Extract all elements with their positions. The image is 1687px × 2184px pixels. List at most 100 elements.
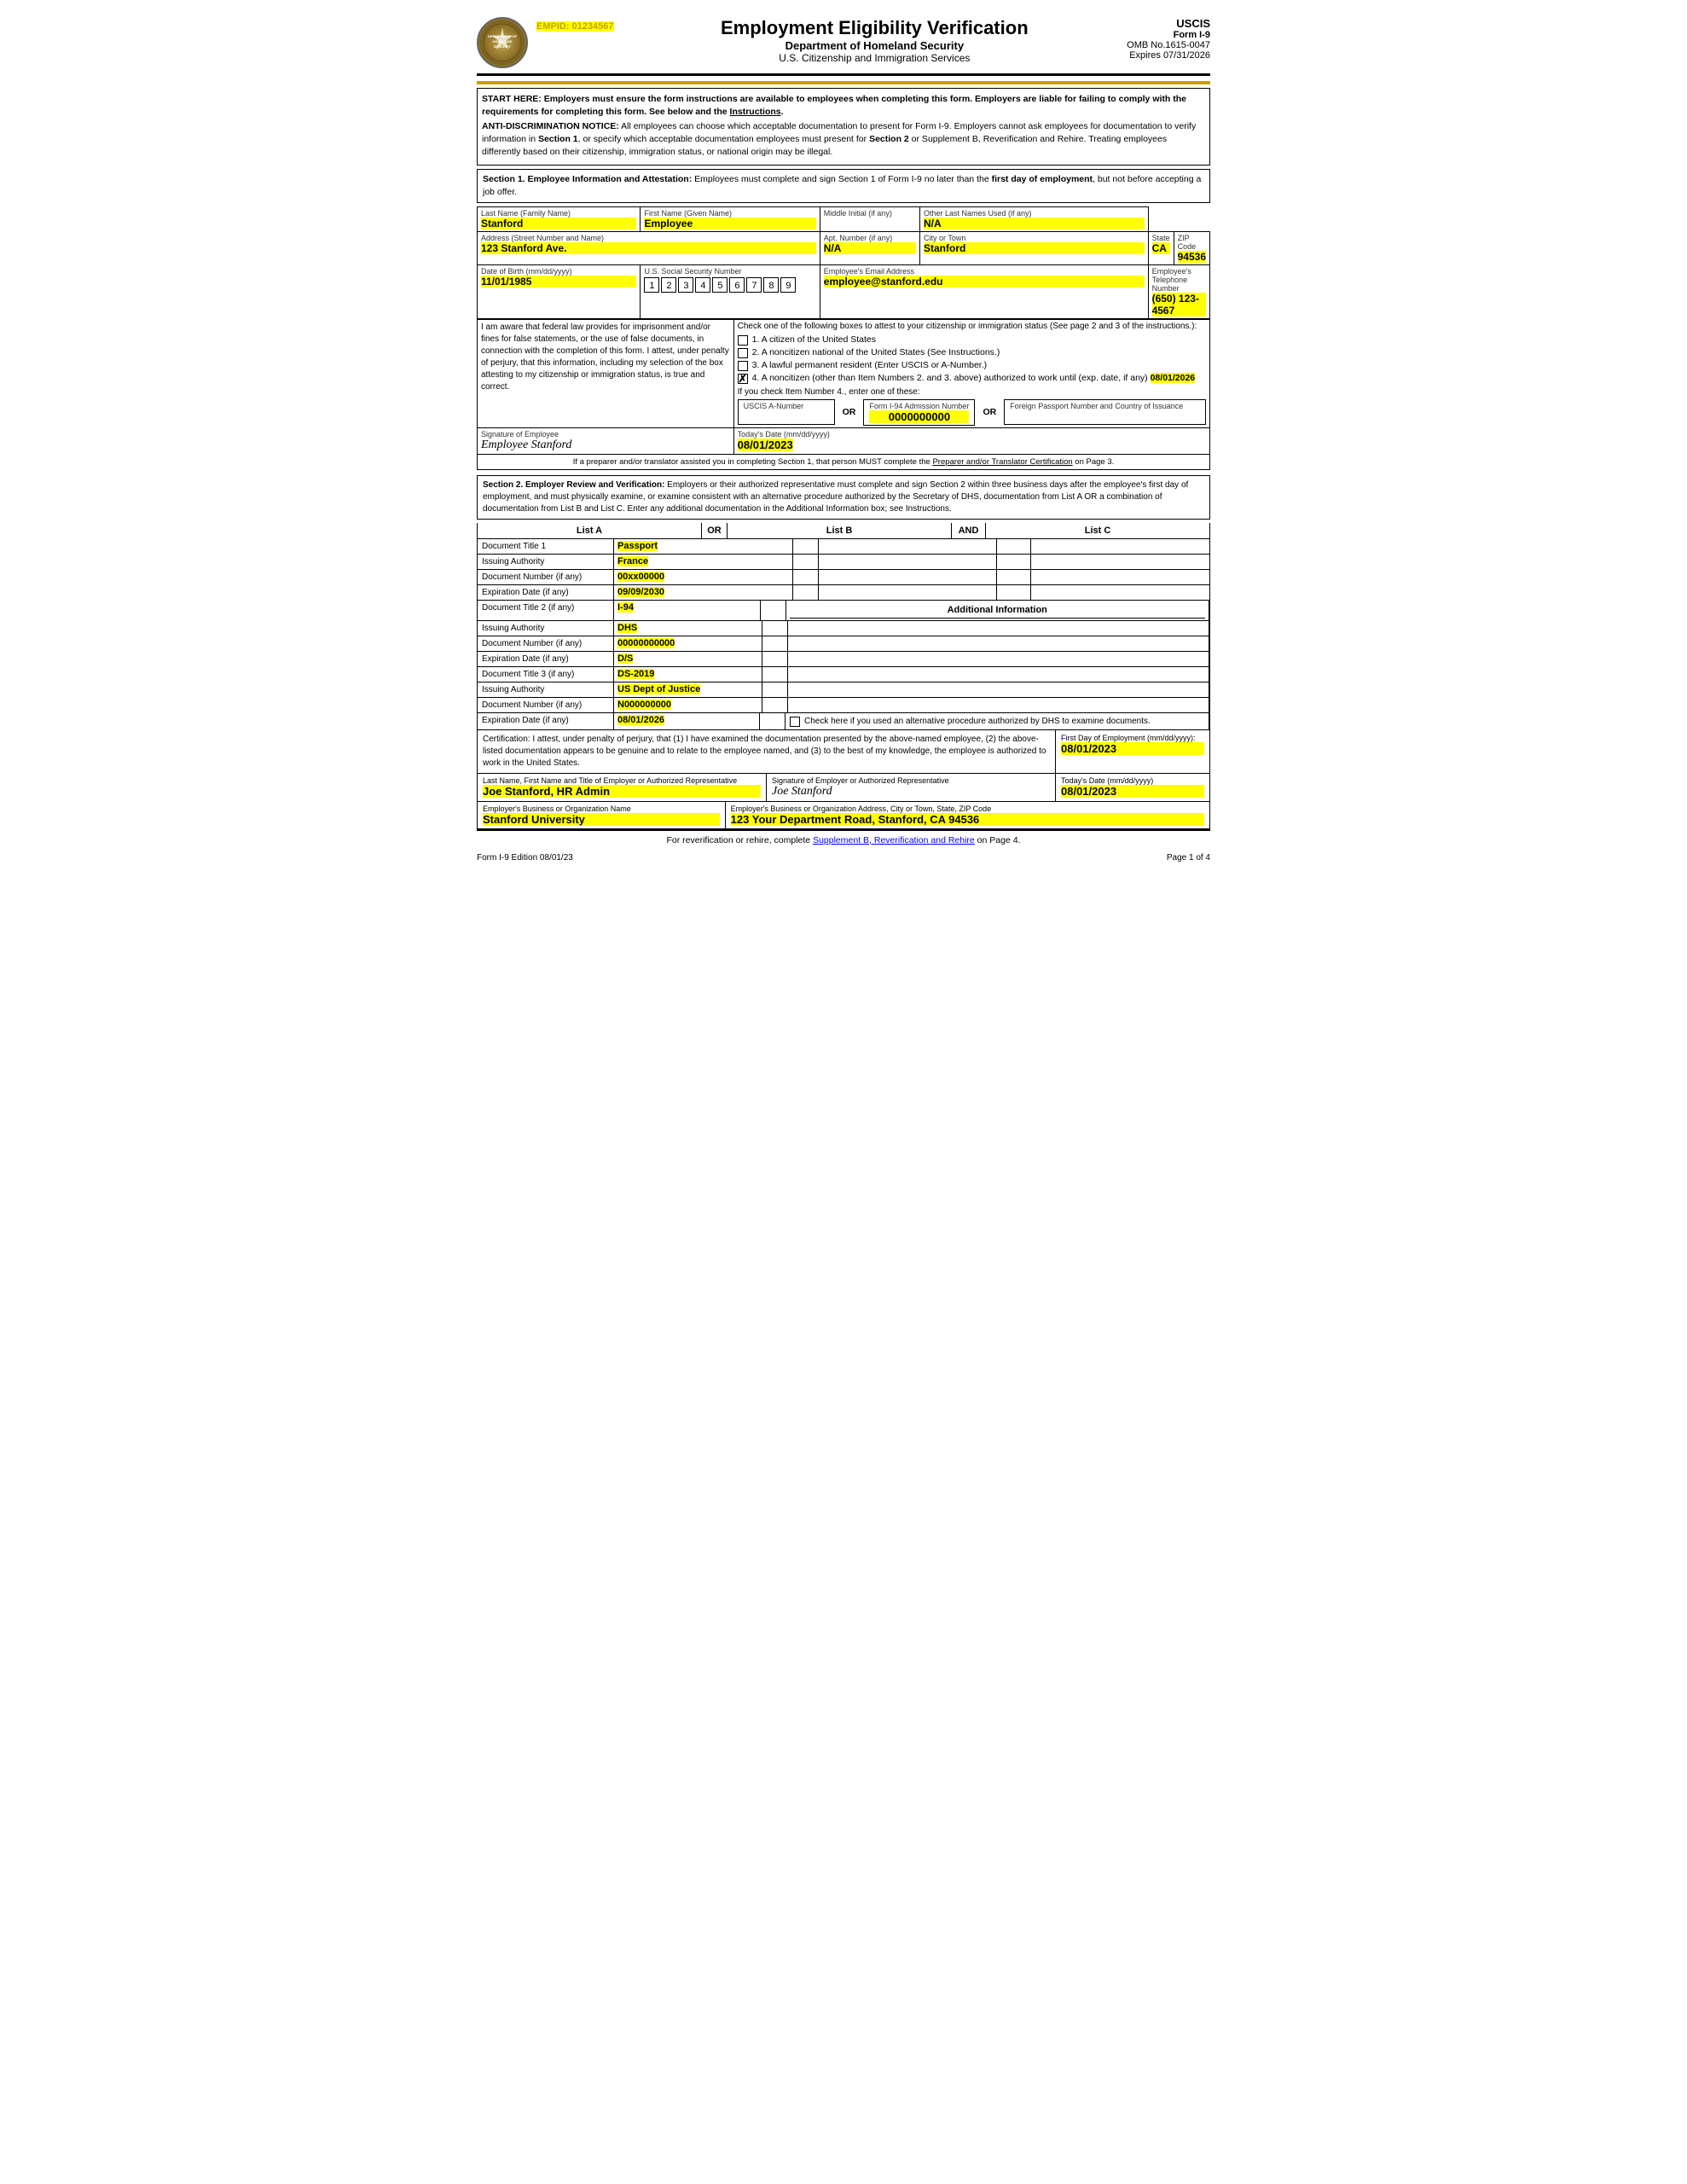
form-number: Form I-9 <box>1127 30 1210 40</box>
listc-title-cell <box>1031 539 1209 554</box>
section2-header: Section 2. Employer Review and Verificat… <box>477 475 1210 520</box>
doc1-issuing-label: Issuing Authority <box>478 555 614 569</box>
doc-or-cell7 <box>762 636 788 651</box>
additional-info-body <box>788 621 1210 636</box>
option2-row: 2. A noncitizen national of the United S… <box>738 347 1206 358</box>
form-main-title: Employment Eligibility Verification <box>623 17 1128 39</box>
listb-number-cell <box>819 570 998 584</box>
ssn-label: U.S. Social Security Number <box>644 267 815 276</box>
doc2-number-value: 00000000000 <box>614 636 762 651</box>
sig-label: Signature of Employee <box>481 430 730 439</box>
state-label: State <box>1152 234 1170 242</box>
cert-date-cell: First Day of Employment (mm/dd/yyyy): 08… <box>1056 730 1209 773</box>
first-day-label: First Day of Employment (mm/dd/yyyy): <box>1061 734 1204 742</box>
zip-label: ZIP Code <box>1178 234 1206 251</box>
admission-row: USCIS A-Number OR Form I-94 Admission Nu… <box>738 399 1206 426</box>
doc-and-cell2 <box>997 555 1031 569</box>
doc2-exp-row: Expiration Date (if any) D/S <box>477 652 1210 667</box>
uscis-area: USCIS Form I-9 OMB No.1615-0047 Expires … <box>1127 17 1210 61</box>
city-label: City or Town <box>924 234 1145 242</box>
option4-label: 4. A noncitizen (other than Item Numbers… <box>752 373 1196 383</box>
org-address-value: 123 Your Department Road, Stanford, CA 9… <box>731 813 1204 826</box>
org-info-row: Employer's Business or Organization Name… <box>478 802 1209 829</box>
option2-label: 2. A noncitizen national of the United S… <box>752 347 1000 357</box>
doc1-number-row: Document Number (if any) 00xx00000 <box>477 570 1210 585</box>
org-name-value: Stanford University <box>483 813 720 826</box>
employer-sig-label: Signature of Employer or Authorized Repr… <box>772 776 1050 785</box>
additional-info-cell: Additional Information <box>786 601 1210 620</box>
doc1-exp-value: 09/09/2030 <box>614 585 793 600</box>
ssn-digit-4: 4 <box>695 277 710 293</box>
ssn-digit-6: 6 <box>729 277 745 293</box>
ssn-digit-7: 7 <box>746 277 762 293</box>
employer-name-label: Last Name, First Name and Title of Emplo… <box>483 776 761 785</box>
doc1-title-label: Document Title 1 <box>478 539 614 554</box>
apt-value: N/A <box>824 242 916 254</box>
sig-date-label: Today's Date (mm/dd/yyyy) <box>738 430 1206 439</box>
doc2-number-label: Document Number (if any) <box>478 636 614 651</box>
attestation-text: I am aware that federal law provides for… <box>481 322 729 392</box>
phone-label: Employee's Telephone Number <box>1152 267 1206 293</box>
address-value: 123 Stanford Ave. <box>481 242 816 254</box>
doc-or-cell2 <box>793 555 819 569</box>
doc1-exp-label: Expiration Date (if any) <box>478 585 614 600</box>
omb-number: OMB No.1615-0047 <box>1127 40 1210 50</box>
doc3-number-row: Document Number (if any) N000000000 <box>477 698 1210 713</box>
cert-text-row: Certification: I attest, under penalty o… <box>478 730 1209 774</box>
doc3-exp-row: Expiration Date (if any) 08/01/2026 Chec… <box>477 713 1210 730</box>
doc2-exp-label: Expiration Date (if any) <box>478 652 614 666</box>
org-name-cell: Employer's Business or Organization Name… <box>478 802 726 828</box>
uscis-a-value <box>744 410 829 422</box>
listc-exp-cell <box>1031 585 1209 600</box>
email-label: Employee's Email Address <box>824 267 1145 276</box>
additional-info-body4 <box>788 667 1210 682</box>
sig-date-value: 08/01/2023 <box>738 439 793 451</box>
doc-or-cell4 <box>793 585 819 600</box>
doc3-number-value: N000000000 <box>614 698 762 712</box>
last-name-label: Last Name (Family Name) <box>481 209 636 218</box>
ssn-digit-3: 3 <box>678 277 693 293</box>
attestation-left-cell: I am aware that federal law provides for… <box>478 319 734 427</box>
ssn-digit-1: 1 <box>644 277 659 293</box>
doc1-exp-row: Expiration Date (if any) 09/09/2030 <box>477 585 1210 601</box>
listb-exp-cell <box>819 585 998 600</box>
form-sub-title2: U.S. Citizenship and Immigration Service… <box>623 52 1128 64</box>
alt-procedure-note: Check here if you used an alternative pr… <box>804 717 1151 726</box>
doc-or-cell1 <box>793 539 819 554</box>
anti-discrimination-notice: ANTI-DISCRIMINATION NOTICE: All employee… <box>482 120 1205 158</box>
doc-or-cell8 <box>762 652 788 666</box>
last-name-value: Stanford <box>481 218 636 229</box>
doc2-title-row: Document Title 2 (if any) I-94 Additiona… <box>477 601 1210 621</box>
page-header: DEPARTMENT OF HOMELAND SECURITY EMPID: 0… <box>477 17 1210 76</box>
empid-label: EMPID: 01234567 <box>536 21 614 32</box>
doc-or-cell6 <box>762 621 788 636</box>
doc3-exp-value: 08/01/2026 <box>614 713 760 729</box>
alt-procedure-cell: Check here if you used an alternative pr… <box>786 713 1209 729</box>
list-b-header: List B <box>728 523 952 538</box>
additional-info-body2 <box>788 636 1210 651</box>
uscis-a-label: USCIS A-Number <box>744 402 829 410</box>
or-header: OR <box>702 523 728 538</box>
email-value: employee@stanford.edu <box>824 276 1145 288</box>
option4-checkbox: ✗ <box>738 374 748 384</box>
page-number: Page 1 of 4 <box>1167 853 1210 863</box>
doc2-issuing-label: Issuing Authority <box>478 621 614 636</box>
doc-or-cell3 <box>793 570 819 584</box>
check-intro: Check one of the following boxes to atte… <box>738 322 1206 331</box>
zip-value: 94536 <box>1178 251 1206 263</box>
ssn-digit-9: 9 <box>780 277 796 293</box>
cert-text: Certification: I attest, under penalty o… <box>478 730 1056 773</box>
doc2-title-label: Document Title 2 (if any) <box>478 601 614 620</box>
employee-signature: Employee Stanford <box>481 439 730 452</box>
start-here-notice: START HERE: Employers must ensure the fo… <box>482 93 1205 118</box>
or2-label: OR <box>978 407 1000 417</box>
expires-label: Expires 07/31/2026 <box>1127 50 1210 61</box>
doc3-issuing-row: Issuing Authority US Dept of Justice <box>477 682 1210 698</box>
passport-label: Foreign Passport Number and Country of I… <box>1010 402 1200 410</box>
notice-section: START HERE: Employers must ensure the fo… <box>477 88 1210 166</box>
list-a-header: List A <box>478 523 702 538</box>
option1-checkbox <box>738 335 748 346</box>
form-sub-title: Department of Homeland Security <box>623 39 1128 52</box>
doc-or-cell12 <box>760 713 786 729</box>
attestation-table: I am aware that federal law provides for… <box>477 319 1210 455</box>
